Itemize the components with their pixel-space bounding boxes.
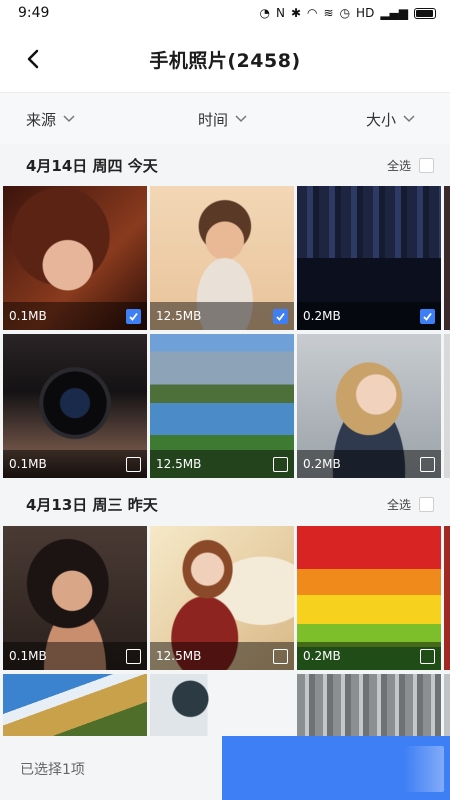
photo-size: 0.2MB: [303, 457, 341, 471]
check-icon: [129, 312, 138, 321]
filter-time[interactable]: 时间: [198, 93, 248, 145]
back-icon: [27, 49, 39, 69]
photo-checkbox[interactable]: [420, 308, 435, 324]
photo-info-bar: 0.1MB: [3, 302, 147, 330]
select-all-checkbox[interactable]: [419, 496, 434, 512]
signal-icon: ▂▄▆: [380, 6, 408, 20]
photo-size: 12.5MB: [156, 309, 202, 323]
section-header-today: 4月14日 周四 今天 全选: [0, 144, 450, 186]
photo-size: 12.5MB: [156, 457, 202, 471]
photo-checkbox[interactable]: [420, 456, 435, 472]
photo-checkbox[interactable]: [126, 308, 141, 324]
app-header: 手机照片(2458): [0, 26, 450, 92]
chevron-down-icon: [235, 115, 247, 123]
photo-size: 0.1MB: [9, 457, 47, 471]
nfc-icon: N: [275, 6, 285, 20]
photo-info-bar: 0.2MB: [297, 302, 441, 330]
select-all-checkbox[interactable]: [419, 157, 434, 173]
filter-source[interactable]: 来源: [26, 93, 76, 145]
select-all-label: 全选: [386, 497, 411, 512]
photo-tile[interactable]: 12.5MB: [150, 334, 294, 478]
section-header-yesterday: 4月13日 周三 昨天 全选: [0, 483, 450, 525]
person-photo-icon: [150, 674, 294, 736]
photo-tile[interactable]: 0.1MB: [3, 334, 147, 478]
bluetooth-icon: ✱: [290, 6, 302, 20]
photo-tile[interactable]: 12.5MB: [150, 526, 294, 670]
status-bar: 9:49 ◔ N ✱ ◠ ≋ ◷ HD ▂▄▆: [0, 0, 450, 26]
page-title: 手机照片(2458): [149, 49, 301, 72]
photo-size: 0.1MB: [9, 309, 47, 323]
photo-tile[interactable]: 0.2MB: [297, 526, 441, 670]
photo-checkbox[interactable]: [273, 648, 288, 664]
notification-icon: ◔: [259, 6, 270, 20]
chevron-down-icon: [63, 115, 75, 123]
photo-checkbox[interactable]: [273, 456, 288, 472]
section-title: 4月13日 周三 昨天: [26, 495, 158, 514]
select-all-today[interactable]: 全选: [387, 157, 434, 174]
vibrate-icon: ≋: [323, 6, 334, 20]
partial-photo-icon: [444, 526, 450, 670]
photo-checkbox[interactable]: [273, 308, 288, 324]
photo-tile[interactable]: 0.2MB: [297, 334, 441, 478]
back-button[interactable]: [18, 44, 48, 74]
photo-checkbox[interactable]: [420, 648, 435, 664]
check-icon: [423, 312, 432, 321]
photo-info-bar: 12.5MB: [150, 302, 294, 330]
photo-size: 0.1MB: [9, 649, 47, 663]
photo-info-bar: 0.1MB: [3, 642, 147, 670]
photo-tile[interactable]: 0.2MB: [297, 186, 441, 330]
partial-photo-icon: [444, 334, 450, 478]
photo-size: 0.2MB: [303, 649, 341, 663]
headset-icon: ◠: [307, 6, 318, 20]
selected-count: 已选择1项: [20, 762, 85, 778]
photo-tile[interactable]: [3, 674, 147, 736]
photo-tile-partial: [444, 526, 450, 670]
photo-tile-partial: [444, 186, 450, 330]
partial-photo-icon: [444, 674, 450, 736]
partial-photo-icon: [444, 186, 450, 330]
photo-info-bar: 0.2MB: [297, 642, 441, 670]
photo-tile[interactable]: 0.1MB: [3, 186, 147, 330]
section-title: 4月14日 周四 今天: [26, 156, 158, 175]
filter-size[interactable]: 大小: [366, 93, 416, 145]
bottom-bar: 已选择1项: [0, 736, 450, 800]
photo-info-bar: 0.1MB: [3, 450, 147, 478]
photo-info-bar: 0.2MB: [297, 450, 441, 478]
building-photo-icon: [297, 674, 441, 736]
hd-indicator: HD: [356, 6, 375, 20]
filter-time-label: 时间: [198, 110, 229, 129]
photo-info-bar: 12.5MB: [150, 450, 294, 478]
check-icon: [276, 312, 285, 321]
status-icons: ◔ N ✱ ◠ ≋ ◷ HD ▂▄▆: [259, 6, 436, 20]
filter-size-label: 大小: [366, 110, 397, 129]
photo-tile[interactable]: 12.5MB: [150, 186, 294, 330]
battery-icon: [414, 7, 436, 19]
photo-info-bar: 12.5MB: [150, 642, 294, 670]
filter-source-label: 来源: [26, 110, 57, 129]
confirm-button[interactable]: [222, 736, 450, 800]
mountain-photo-icon: [3, 674, 147, 736]
photo-tile[interactable]: 0.1MB: [3, 526, 147, 670]
photo-size: 0.2MB: [303, 309, 341, 323]
status-time: 9:49: [18, 5, 50, 21]
photo-checkbox[interactable]: [126, 648, 141, 664]
photo-tile-partial: [444, 334, 450, 478]
photo-tile[interactable]: [297, 674, 441, 736]
alarm-icon: ◷: [339, 6, 351, 20]
photo-tile-partial: [444, 674, 450, 736]
chevron-down-icon: [403, 115, 415, 123]
photo-size: 12.5MB: [156, 649, 202, 663]
photo-checkbox[interactable]: [126, 456, 141, 472]
select-all-label: 全选: [386, 158, 411, 173]
select-all-yesterday[interactable]: 全选: [387, 496, 434, 513]
photo-tile[interactable]: [150, 674, 294, 736]
filter-bar: 来源 时间 大小: [0, 92, 450, 144]
